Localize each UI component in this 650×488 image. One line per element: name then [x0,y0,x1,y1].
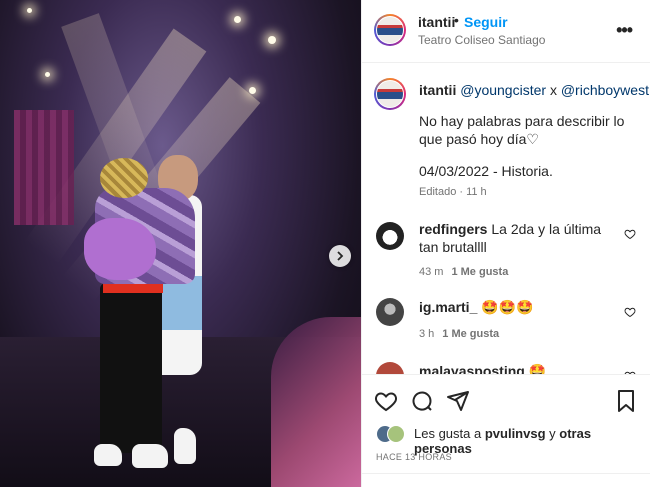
location-link[interactable]: Teatro Coliseo Santiago [418,33,545,47]
comment-likes[interactable]: 1 Me gusta [451,266,508,278]
mention-link[interactable]: @richboywest [561,82,649,98]
chevron-right-icon [337,251,344,261]
comment-username[interactable]: ig.marti_ [419,299,477,315]
comment-time: 3 h [419,328,435,340]
caption-joiner: x [549,82,557,98]
stage-light [249,87,256,94]
post-photo[interactable] [0,0,361,487]
person-hair [100,158,148,198]
post-timestamp[interactable]: HACE 13 HORAS [376,452,452,462]
comment-username[interactable]: malayasposting [419,363,525,374]
comment-meta: 43 m 1 Me gusta [419,266,508,278]
heart-icon[interactable] [624,306,636,318]
stage-light [27,8,32,13]
next-photo-button[interactable] [329,245,351,267]
more-options-icon[interactable]: ••• [616,20,633,41]
liker-avatar[interactable] [387,425,405,443]
caption-line: No hay palabras para describir lo que pa… [419,113,625,147]
caption-text: No hay palabras para describir lo que pa… [419,112,639,194]
instagram-post: itantii • Seguir Teatro Coliseo Santiago… [0,0,650,487]
stage-curtain [14,110,74,225]
caption-header: itantii @youngcister x @richboywest [419,82,649,98]
avatar[interactable] [374,14,406,46]
caption-username[interactable]: itantii [419,82,456,98]
comment-text: redfingers La 2da y la última tan brutal… [419,220,609,256]
likes-user[interactable]: pvulinvsg [485,426,546,441]
comment-icon[interactable] [410,389,434,413]
comment-likes[interactable]: 1 Me gusta [442,328,499,340]
comment-text: ig.marti_ 🤩🤩🤩 [419,298,609,316]
save-icon[interactable] [614,389,638,413]
action-bar [362,374,650,425]
share-icon[interactable] [446,389,470,413]
likes-summary: Les gusta a pvulinvsg y otras personas [376,424,646,456]
crowd [271,317,361,487]
header-username[interactable]: itantii [418,14,455,30]
comment-avatar[interactable] [376,298,404,326]
comment-meta: 3 h 1 Me gusta [419,328,499,340]
plush-backpack [84,218,156,280]
caption-edited: Editado · 11 h [419,186,487,198]
comment-username[interactable]: redfingers [419,221,487,237]
mention-link[interactable]: @youngcister [460,82,546,98]
caption-line: 04/03/2022 - Historia. [419,163,553,179]
stage-light [45,72,50,77]
comment-body: 🤩🤩🤩 [481,299,534,315]
caption-avatar[interactable] [374,78,406,110]
comment-avatar[interactable] [376,222,404,250]
follow-button[interactable]: Seguir [464,14,508,30]
comment-body: 🤩 [528,363,547,374]
add-comment-area[interactable] [362,473,650,488]
post-header: itantii • Seguir Teatro Coliseo Santiago… [362,0,650,63]
shoe [94,444,122,466]
comment-avatar[interactable] [376,362,404,374]
comment-time: 43 m [419,266,444,278]
shoe [132,444,168,468]
heart-icon[interactable] [624,228,636,240]
likes-joiner: y [549,426,556,441]
comments-section[interactable]: itantii @youngcister x @richboywest No h… [362,62,650,374]
post-details-panel: itantii • Seguir Teatro Coliseo Santiago… [361,0,650,487]
stage-light [268,36,276,44]
header-separator: • [454,12,459,28]
comment-text: malayasposting 🤩 [419,362,609,374]
likes-prefix: Les gusta a [414,426,482,441]
shoe [174,428,196,464]
person-black-pants [100,283,162,453]
like-icon[interactable] [374,389,398,413]
stage-light [234,16,241,23]
